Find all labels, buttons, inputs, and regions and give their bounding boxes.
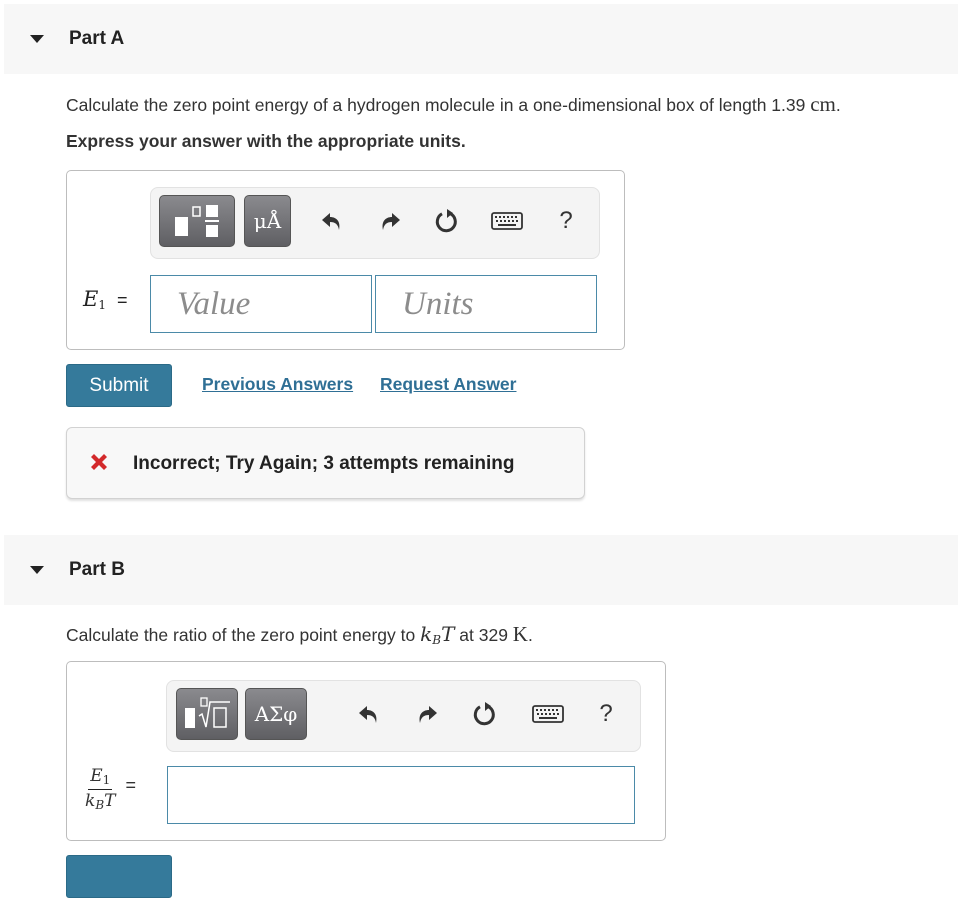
help-icon: ? <box>599 700 613 727</box>
question-period: . <box>527 625 533 645</box>
keyboard-button[interactable] <box>489 206 525 236</box>
reset-button[interactable] <box>432 206 462 236</box>
num-var: E <box>90 766 103 786</box>
part-a-header[interactable]: Part A <box>4 4 958 74</box>
question-unit: K <box>512 622 528 646</box>
part-b-math-toolbar: ΑΣφ ? <box>166 680 641 752</box>
equals-sign: = <box>125 774 136 795</box>
den-t: T <box>104 791 116 811</box>
symbols-button-label: ΑΣφ <box>254 702 298 726</box>
radical-template-icon <box>185 697 230 728</box>
help-button[interactable]: ? <box>591 699 621 729</box>
incorrect-x-icon <box>91 454 107 470</box>
value-input[interactable] <box>150 275 372 333</box>
help-button[interactable]: ? <box>551 206 581 236</box>
undo-icon <box>359 706 377 723</box>
part-a-instruction: Express your answer with the appropriate… <box>66 131 466 151</box>
fraction-denominator: kBT <box>85 790 115 812</box>
part-a-answer-label: E1 = <box>83 287 128 312</box>
part-b-title: Part B <box>69 559 125 580</box>
undo-icon <box>322 213 340 230</box>
question-text: Calculate the zero point energy of a hyd… <box>66 95 811 115</box>
redo-icon <box>382 213 400 230</box>
question-unit: cm <box>810 92 836 116</box>
previous-answers-link[interactable]: Previous Answers <box>202 374 353 395</box>
var-t: T <box>441 622 455 646</box>
question-mid: at 329 <box>454 625 513 645</box>
templates-button[interactable] <box>159 195 235 247</box>
part-a-math-toolbar: μÅ ? <box>150 187 600 259</box>
keyboard-button[interactable] <box>530 699 566 729</box>
reset-icon <box>473 702 495 726</box>
undo-button[interactable] <box>354 699 384 729</box>
part-a-question: Calculate the zero point energy of a hyd… <box>66 92 841 117</box>
units-button-label: μÅ <box>253 209 282 233</box>
redo-icon <box>419 706 437 723</box>
symbols-button[interactable]: ΑΣφ <box>245 688 307 740</box>
help-icon: ? <box>559 207 573 234</box>
question-text: Calculate the ratio of the zero point en… <box>66 625 421 645</box>
variable-subscript: 1 <box>98 298 106 312</box>
keyboard-icon <box>491 212 523 230</box>
variable-e: E <box>83 287 99 311</box>
part-a-title: Part A <box>69 28 125 49</box>
templates-icon <box>175 205 219 237</box>
part-a-answer-box: μÅ ? E1 = <box>66 170 625 350</box>
feedback-text: Incorrect; Try Again; 3 attempts remaini… <box>133 453 515 474</box>
radical-templates-button[interactable] <box>176 688 238 740</box>
den-sub: B <box>95 798 105 812</box>
reset-button[interactable] <box>470 699 500 729</box>
ratio-fraction: E1 kBT <box>85 766 115 812</box>
redo-button[interactable] <box>375 206 405 236</box>
equals-sign: = <box>117 290 128 310</box>
redo-button[interactable] <box>412 699 442 729</box>
collapse-caret-icon[interactable] <box>30 566 44 574</box>
request-answer-link[interactable]: Request Answer <box>380 374 516 395</box>
feedback-message-box: Incorrect; Try Again; 3 attempts remaini… <box>66 427 585 499</box>
ratio-input[interactable] <box>167 766 635 824</box>
collapse-caret-icon[interactable] <box>30 35 44 43</box>
reset-icon <box>435 209 457 233</box>
part-b-header[interactable]: Part B <box>4 535 958 605</box>
undo-button[interactable] <box>317 206 347 236</box>
var-k: k <box>420 622 433 646</box>
units-input[interactable] <box>375 275 597 333</box>
num-sub: 1 <box>102 773 111 787</box>
units-button[interactable]: μÅ <box>244 195 291 247</box>
part-b-question: Calculate the ratio of the zero point en… <box>66 622 533 647</box>
fraction-numerator: E1 <box>88 766 113 790</box>
part-b-submit-button[interactable] <box>66 855 172 898</box>
var-k-subscript: B <box>432 633 442 647</box>
submit-button[interactable]: Submit <box>66 364 172 407</box>
keyboard-icon <box>532 705 564 723</box>
den-k: k <box>85 791 96 811</box>
part-b-answer-label: E1 kBT = <box>85 766 136 812</box>
part-b-answer-box: ΑΣφ ? E1 kBT = <box>66 661 666 841</box>
question-period: . <box>835 95 841 115</box>
